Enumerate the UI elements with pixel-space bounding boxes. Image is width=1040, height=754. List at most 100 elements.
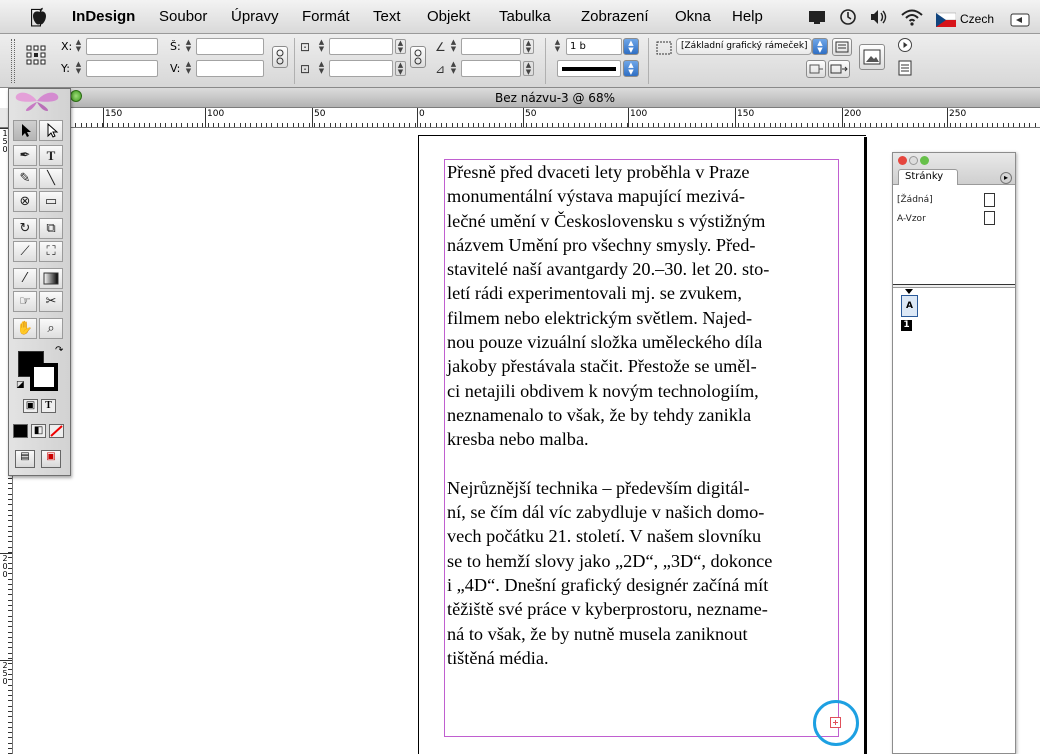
menu-tabulka[interactable]: Tabulka <box>499 8 551 26</box>
zoom-tool[interactable]: ⌕ <box>39 318 63 339</box>
shear-tool[interactable]: ⟋ <box>13 241 37 262</box>
scale-y-stepper[interactable]: ▲ ▼ <box>316 61 327 76</box>
shear-dropdown[interactable]: ▲ ▼ <box>523 61 534 76</box>
pen-tool[interactable]: ✒ <box>13 145 37 166</box>
scissors-tool[interactable]: ✂ <box>39 291 63 312</box>
scale-x-stepper[interactable]: ▲ ▼ <box>316 39 327 54</box>
formatting-text-button[interactable]: T <box>41 399 56 413</box>
rectangle-tool[interactable]: ▭ <box>39 191 63 212</box>
x-field[interactable] <box>86 38 158 55</box>
scale-x-field[interactable] <box>329 38 393 55</box>
master-none-thumbnail[interactable] <box>984 193 995 207</box>
close-panel-button[interactable] <box>898 156 907 165</box>
time-machine-icon[interactable] <box>838 7 858 27</box>
default-colors-icon[interactable]: ◪ <box>16 380 25 390</box>
y-stepper[interactable]: ▲ ▼ <box>73 61 84 76</box>
apply-color-button[interactable] <box>13 424 28 438</box>
gradient-tool[interactable] <box>39 268 63 289</box>
scale-y-field[interactable] <box>329 60 393 77</box>
menu-zobrazeni[interactable]: Zobrazení <box>581 8 649 26</box>
shear-stepper[interactable]: ▲ ▼ <box>448 61 459 76</box>
story-text[interactable]: Přesně před dvaceti lety proběhla v Praz… <box>447 160 837 695</box>
menu-format[interactable]: Formát <box>302 8 350 26</box>
line-tool[interactable]: ╲ <box>39 168 63 189</box>
panel-options-button[interactable]: ▸ <box>1000 172 1012 184</box>
czech-flag-icon[interactable] <box>936 10 956 30</box>
x-stepper[interactable]: ▲ ▼ <box>73 39 84 54</box>
zoom-panel-button[interactable] <box>920 156 929 165</box>
input-language[interactable]: Czech <box>960 10 994 28</box>
preview-mode-button[interactable]: ▣ <box>41 450 61 468</box>
hand-tool[interactable]: ✋ <box>13 318 37 339</box>
volume-icon[interactable] <box>868 7 890 27</box>
pencil-tool[interactable]: ✎ <box>13 168 37 189</box>
stroke-type-field[interactable] <box>557 60 621 77</box>
scale-x-dropdown[interactable]: ▲ ▼ <box>395 39 406 54</box>
swap-colors-icon[interactable]: ↷ <box>55 345 63 356</box>
ruler-tick <box>510 123 511 127</box>
screen-icon[interactable] <box>807 7 827 27</box>
formatting-container-button[interactable]: ▣ <box>23 399 38 413</box>
master-a[interactable]: A-Vzor <box>897 214 926 225</box>
menu-app-name[interactable]: InDesign <box>72 8 135 26</box>
fit-frame-button[interactable] <box>806 60 826 78</box>
object-style-dropdown[interactable]: ▲ ▼ <box>812 38 828 55</box>
object-style-field[interactable]: [Základní grafický rámeček] <box>676 38 812 55</box>
stroke-weight-stepper[interactable]: ▲ ▼ <box>552 39 563 54</box>
rotate-dropdown[interactable]: ▲ ▼ <box>523 39 534 54</box>
battery-icon[interactable] <box>1010 10 1032 30</box>
stroke-type-dropdown[interactable]: ▲ ▼ <box>623 60 639 77</box>
master-a-thumbnail[interactable] <box>984 211 995 225</box>
menu-objekt[interactable]: Objekt <box>427 8 470 26</box>
menu-help[interactable]: Help <box>732 8 763 26</box>
document-setup-icon[interactable] <box>897 59 913 77</box>
menu-okna[interactable]: Okna <box>675 8 711 26</box>
stroke-swatch[interactable] <box>30 363 58 391</box>
scale-tool[interactable]: ⧉ <box>39 218 63 239</box>
h-stepper[interactable]: ▲ ▼ <box>183 61 194 76</box>
menu-upravy[interactable]: Úpravy <box>231 8 279 26</box>
selection-tool[interactable] <box>13 120 37 141</box>
stroke-weight-dropdown[interactable]: ▲ ▼ <box>623 38 639 55</box>
normal-view-button[interactable]: ▤ <box>15 450 35 468</box>
menu-text[interactable]: Text <box>373 8 401 26</box>
apple-logo-icon[interactable] <box>31 7 48 26</box>
scale-y-dropdown[interactable]: ▲ ▼ <box>395 61 406 76</box>
menu-soubor[interactable]: Soubor <box>159 8 207 26</box>
stroke-weight-field[interactable]: 1 b <box>566 38 622 55</box>
rotate-tool[interactable]: ↻ <box>13 218 37 239</box>
rectangle-frame-tool[interactable]: ⊗ <box>13 191 37 212</box>
constrain-scale-button[interactable] <box>410 46 426 68</box>
tab-stranky[interactable]: Stránky <box>898 169 958 185</box>
eyedropper-tool[interactable]: ⁄ <box>13 268 37 289</box>
reference-point-icon[interactable] <box>25 44 47 66</box>
free-transform-tool[interactable]: ⛶ <box>39 241 63 262</box>
w-stepper[interactable]: ▲ ▼ <box>183 39 194 54</box>
apply-gradient-button[interactable]: ◧ <box>31 424 46 438</box>
panel-menu-icon[interactable] <box>897 37 913 53</box>
h-field[interactable] <box>196 60 264 77</box>
rotate-stepper[interactable]: ▲ ▼ <box>448 39 459 54</box>
minimize-panel-button[interactable] <box>909 156 918 165</box>
type-tool[interactable]: T <box>39 145 63 166</box>
panel-divider[interactable] <box>893 284 1015 288</box>
w-field[interactable] <box>196 38 264 55</box>
constrain-proportions-button[interactable] <box>272 46 288 68</box>
ruler-tick <box>388 123 389 127</box>
fit-proportionally-button[interactable] <box>828 60 850 78</box>
frame-fitting-icon[interactable] <box>655 40 673 56</box>
master-none[interactable]: [Žádná] <box>897 195 933 206</box>
zoom-window-button[interactable] <box>70 90 82 102</box>
page-1-thumbnail[interactable]: A <box>901 295 918 317</box>
rotate-field[interactable] <box>461 38 521 55</box>
place-content-button[interactable] <box>859 44 885 70</box>
shear-field[interactable] <box>461 60 521 77</box>
ruler-tick <box>775 123 776 127</box>
object-style-options-button[interactable] <box>832 38 852 56</box>
direct-selection-tool[interactable] <box>39 120 63 141</box>
y-field[interactable] <box>86 60 158 77</box>
apply-none-button[interactable] <box>49 424 64 438</box>
wifi-icon[interactable] <box>900 7 924 27</box>
button-tool[interactable]: ☞ <box>13 291 37 312</box>
panel-grip[interactable] <box>11 39 15 83</box>
